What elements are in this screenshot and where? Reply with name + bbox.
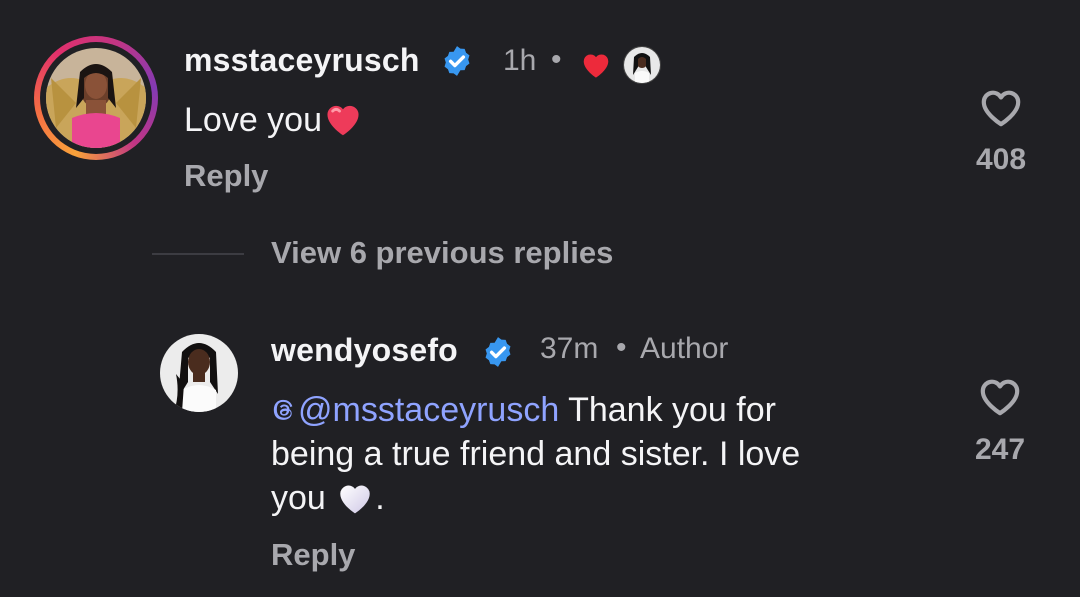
like-count: 247 [974, 433, 1026, 466]
red-heart-emoji-icon [327, 105, 359, 136]
reply-button[interactable]: Reply [271, 537, 355, 573]
comment-time: 1h [503, 44, 537, 77]
verified-badge-icon [485, 337, 511, 367]
like-heart-icon[interactable] [978, 86, 1024, 128]
threads-icon [273, 399, 293, 420]
like-count: 408 [975, 143, 1027, 176]
comment-text: Love you [184, 98, 364, 142]
liked-by-creator-heart-icon [583, 54, 609, 78]
avatar-wendyosefo[interactable] [160, 334, 238, 412]
comment-text: @msstaceyrusch Thank you for being a tru… [271, 391, 801, 517]
story-ring[interactable] [34, 36, 158, 160]
like-heart-icon[interactable] [977, 375, 1023, 417]
reply-button[interactable]: Reply [184, 158, 268, 194]
comment-username[interactable]: wendyosefo [271, 332, 458, 369]
avatar-msstaceyrusch[interactable] [46, 48, 146, 148]
separator-dot: • [551, 43, 562, 76]
white-heart-emoji-icon [340, 485, 371, 514]
author-badge: Author [640, 332, 729, 365]
comment-username[interactable]: msstaceyrusch [184, 42, 420, 79]
separator-dot: • [616, 331, 627, 364]
mention-link[interactable]: @msstaceyrusch [298, 391, 559, 429]
comment-time: 37m [540, 332, 599, 365]
view-previous-replies-button[interactable]: View 6 previous replies [271, 235, 613, 271]
verified-badge-icon [444, 46, 470, 76]
replies-divider-line [152, 253, 244, 255]
creator-mini-avatar [623, 46, 661, 84]
